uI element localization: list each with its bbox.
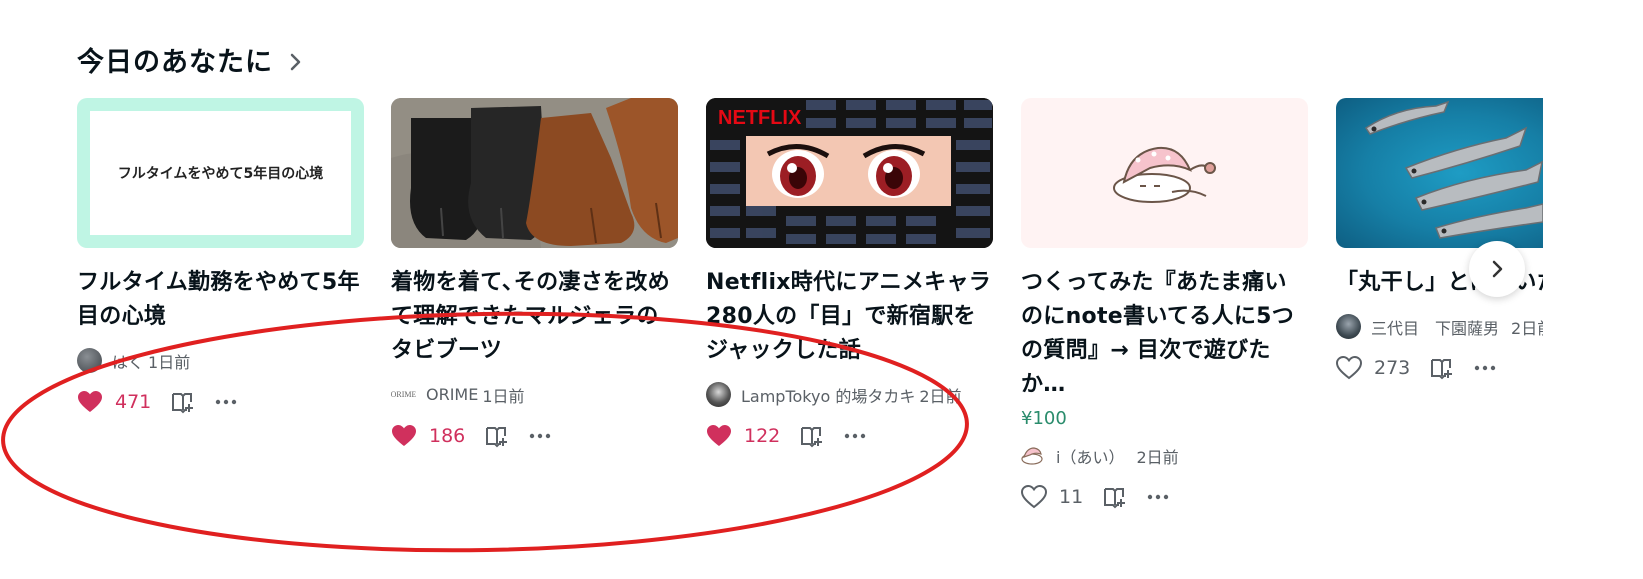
heart-icon[interactable] xyxy=(391,424,417,448)
note-card[interactable]: NETFLIX Netflix時代にアニメキャラ280人の「目」で新宿駅をジャッ… xyxy=(706,98,993,451)
carousel-next-button[interactable] xyxy=(1469,241,1525,297)
note-card[interactable]: 「丸干し」とは いたということ 三代目 下園薩男 2日前 273 xyxy=(1336,98,1543,383)
post-time: 2日前 xyxy=(1136,447,1179,467)
card-author[interactable]: 三代目 下園薩男 2日前 xyxy=(1336,314,1543,339)
magazine-add-icon[interactable] xyxy=(485,424,511,448)
more-icon[interactable] xyxy=(529,433,551,439)
like-count: 186 xyxy=(429,425,466,447)
heart-icon[interactable] xyxy=(77,390,103,414)
avatar[interactable] xyxy=(706,382,731,407)
avatar-logo-text: ORIME xyxy=(391,390,416,399)
author-name[interactable]: i（あい） xyxy=(1056,444,1124,468)
note-card[interactable]: つくってみた『あたま痛いのにnote書いてる人に5つの質問』→ 目次で遊びたか…… xyxy=(1021,98,1308,512)
sleeping-character-image xyxy=(1112,146,1216,203)
price: ¥100 xyxy=(1021,408,1067,429)
card-thumbnail[interactable] xyxy=(1021,98,1308,248)
more-icon[interactable] xyxy=(1474,365,1496,371)
like-button[interactable]: 273 xyxy=(1336,356,1410,380)
heart-icon[interactable] xyxy=(1336,356,1362,380)
avatar[interactable] xyxy=(1336,314,1361,339)
netflix-logo-text: NETFLIX xyxy=(718,107,802,129)
card-actions: 273 xyxy=(1336,353,1543,383)
heart-icon[interactable] xyxy=(706,424,732,448)
note-card[interactable]: フルタイムをやめて5年目の心境 フルタイム勤務をやめて5年目の心境 はく 1日前… xyxy=(77,98,364,417)
thumbnail-text: フルタイムをやめて5年目の心境 xyxy=(90,111,351,235)
like-button[interactable]: 186 xyxy=(391,424,465,448)
carousel-edge-fade xyxy=(1543,0,1643,579)
heart-icon[interactable] xyxy=(1021,485,1047,509)
author-name[interactable]: 三代目 下園薩男 xyxy=(1371,315,1499,339)
chevron-right-icon[interactable] xyxy=(1490,259,1504,279)
card-thumbnail[interactable]: NETFLIX xyxy=(706,98,993,248)
more-icon[interactable] xyxy=(1147,494,1169,500)
like-button[interactable]: 11 xyxy=(1021,485,1083,509)
author-name[interactable]: LampTokyo 的場タカキ xyxy=(741,383,915,407)
like-button[interactable]: 471 xyxy=(77,390,151,414)
post-time: 2日前 xyxy=(919,386,962,406)
card-actions: 122 xyxy=(706,421,993,451)
more-icon[interactable] xyxy=(215,399,237,405)
avatar[interactable]: ORIME xyxy=(391,382,416,407)
like-count: 122 xyxy=(744,425,781,447)
section-title[interactable]: 今日のあなたに xyxy=(77,40,273,79)
like-button[interactable]: 122 xyxy=(706,424,780,448)
card-author[interactable]: LampTokyo 的場タカキ 2日前 xyxy=(706,382,993,407)
card-author[interactable]: i（あい） 2日前 xyxy=(1021,443,1308,468)
magazine-add-icon[interactable] xyxy=(800,424,826,448)
card-actions: 471 xyxy=(77,387,364,417)
magazine-add-icon[interactable] xyxy=(1103,485,1129,509)
chevron-right-icon[interactable] xyxy=(289,52,303,72)
card-thumbnail[interactable]: フルタイムをやめて5年目の心境 xyxy=(77,98,364,248)
tabi-boots-image xyxy=(391,98,678,248)
post-time: 1日前 xyxy=(148,352,191,372)
magazine-add-icon[interactable] xyxy=(171,390,197,414)
more-icon[interactable] xyxy=(844,433,866,439)
note-card[interactable]: 着物を着て､その凄さを改めて理解できたマルジェラのタビブーツ ORIME ORI… xyxy=(391,98,678,451)
card-actions: 11 xyxy=(1021,482,1308,512)
avatar[interactable] xyxy=(77,348,102,373)
avatar[interactable] xyxy=(1021,443,1046,468)
author-name[interactable]: はく xyxy=(112,349,144,373)
post-time: 1日前 xyxy=(482,386,525,406)
post-time: 2日前 xyxy=(1511,318,1543,338)
card-actions: 186 xyxy=(391,421,678,451)
card-title[interactable]: Netflix時代にアニメキャラ280人の「目」で新宿駅をジャックした話 xyxy=(706,266,993,368)
like-count: 273 xyxy=(1374,357,1411,379)
section-header[interactable]: 今日のあなたに xyxy=(77,40,303,79)
card-thumbnail[interactable] xyxy=(391,98,678,248)
like-count: 471 xyxy=(115,391,152,413)
author-name[interactable]: ORIME xyxy=(426,385,478,404)
dried-fish-image xyxy=(1364,100,1543,239)
magazine-add-icon[interactable] xyxy=(1430,356,1456,380)
card-title[interactable]: つくってみた『あたま痛いのにnote書いてる人に5つの質問』→ 目次で遊びたか… xyxy=(1021,266,1308,402)
card-author[interactable]: ORIME ORIME 1日前 xyxy=(391,382,678,407)
card-thumbnail[interactable] xyxy=(1336,98,1543,248)
anime-eyes-image: NETFLIX xyxy=(706,98,993,248)
card-author[interactable]: はく 1日前 xyxy=(77,348,364,373)
like-count: 11 xyxy=(1059,486,1084,508)
card-title[interactable]: 着物を着て､その凄さを改めて理解できたマルジェラのタビブーツ xyxy=(391,266,678,368)
card-title[interactable]: フルタイム勤務をやめて5年目の心境 xyxy=(77,266,364,334)
